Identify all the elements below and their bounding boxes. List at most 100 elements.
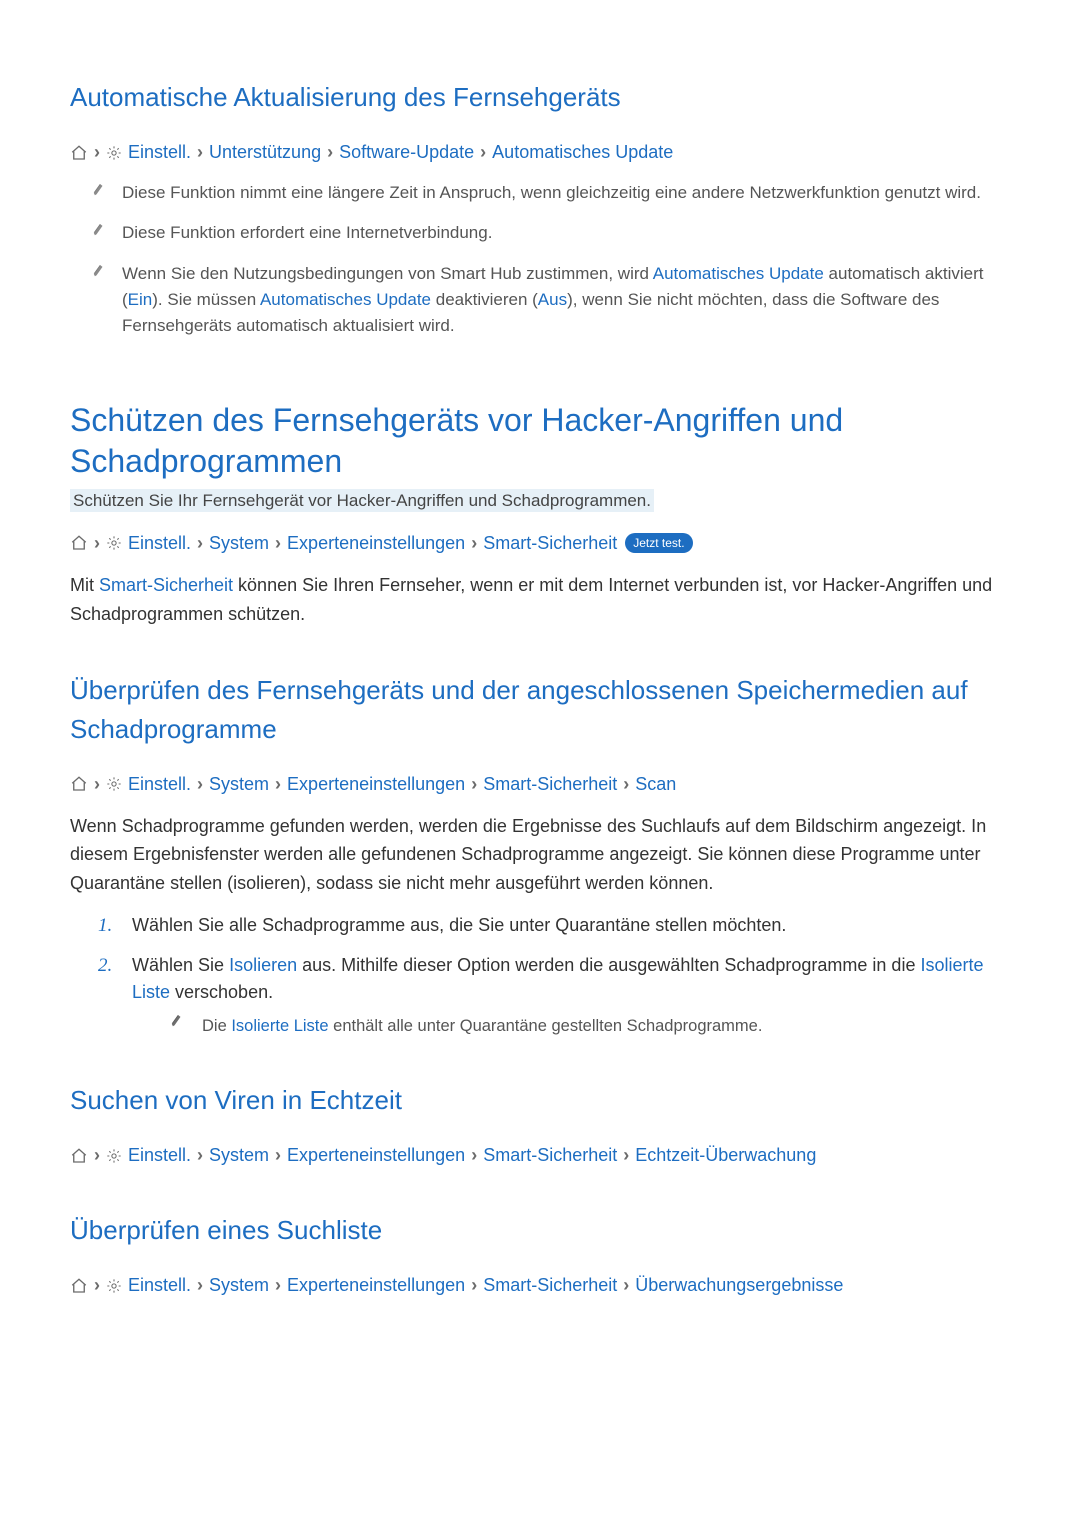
chevron-right-icon: › [471, 1142, 477, 1169]
chevron-right-icon: › [94, 771, 100, 798]
chevron-right-icon: › [197, 1142, 203, 1169]
chevron-right-icon: › [623, 1142, 629, 1169]
paragraph: Wenn Schadprogramme gefunden werden, wer… [70, 812, 1010, 898]
chevron-right-icon: › [275, 1272, 281, 1299]
breadcrumb: › Einstell. › System › Experteneinstellu… [70, 530, 1010, 557]
step-number: 1. [98, 912, 114, 941]
text-fragment: Mit [70, 575, 99, 595]
inline-link[interactable]: Smart-Sicherheit [99, 575, 233, 595]
home-icon [70, 775, 88, 793]
note-text: Diese Funktion erfordert eine Internetve… [122, 220, 1010, 246]
breadcrumb-link[interactable]: Experteneinstellungen [287, 1272, 465, 1299]
text-fragment: enthält alle unter Quarantäne gestellten… [329, 1017, 763, 1035]
breadcrumb-link[interactable]: Einstell. [128, 1142, 191, 1169]
gear-icon [106, 776, 122, 792]
breadcrumb-link[interactable]: Einstell. [128, 530, 191, 557]
text-fragment: aus. Mithilfe dieser Option werden die a… [297, 955, 920, 975]
breadcrumb-link[interactable]: Software-Update [339, 139, 474, 166]
breadcrumb-link[interactable]: Echtzeit-Überwachung [635, 1142, 816, 1169]
home-icon [70, 534, 88, 552]
note-item: Wenn Sie den Nutzungsbedingungen von Sma… [70, 261, 1010, 340]
chevron-right-icon: › [197, 771, 203, 798]
chevron-right-icon: › [94, 530, 100, 557]
inline-link[interactable]: Isolierte Liste [231, 1017, 328, 1035]
note-text: Diese Funktion nimmt eine längere Zeit i… [122, 180, 1010, 206]
text-fragment: Die [202, 1017, 231, 1035]
gear-icon [106, 1148, 122, 1164]
breadcrumb-link[interactable]: Scan [635, 771, 676, 798]
breadcrumb-link[interactable]: Smart-Sicherheit [483, 1272, 617, 1299]
ordered-list: 1. Wählen Sie alle Schadprogramme aus, d… [98, 912, 1010, 1039]
sub-note: Die Isolierte Liste enthält alle unter Q… [170, 1014, 1010, 1039]
chevron-right-icon: › [197, 1272, 203, 1299]
breadcrumb-link[interactable]: Einstell. [128, 771, 191, 798]
breadcrumb-link[interactable]: Unterstützung [209, 139, 321, 166]
chevron-right-icon: › [94, 1272, 100, 1299]
chevron-right-icon: › [471, 771, 477, 798]
inline-link[interactable]: Automatisches Update [260, 290, 431, 309]
gear-icon [106, 535, 122, 551]
chevron-right-icon: › [471, 530, 477, 557]
breadcrumb-link[interactable]: Experteneinstellungen [287, 530, 465, 557]
gear-icon [106, 1278, 122, 1294]
note-item: Diese Funktion nimmt eine längere Zeit i… [70, 180, 1010, 206]
breadcrumb-link[interactable]: Experteneinstellungen [287, 1142, 465, 1169]
chevron-right-icon: › [275, 771, 281, 798]
chevron-right-icon: › [275, 1142, 281, 1169]
note-text: Wenn Sie den Nutzungsbedingungen von Sma… [122, 261, 1010, 340]
home-icon [70, 1277, 88, 1295]
inline-link[interactable]: Automatisches Update [653, 264, 824, 283]
breadcrumb-link[interactable]: Experteneinstellungen [287, 771, 465, 798]
note-fragment: deaktivieren ( [431, 290, 538, 309]
list-item: 2. Wählen Sie Isolieren aus. Mithilfe di… [98, 952, 1010, 1039]
chevron-right-icon: › [471, 1272, 477, 1299]
breadcrumb-link[interactable]: System [209, 1272, 269, 1299]
subtitle-text: Schützen Sie Ihr Fernsehgerät vor Hacker… [70, 489, 654, 512]
chevron-right-icon: › [94, 139, 100, 166]
breadcrumb-link[interactable]: Smart-Sicherheit [483, 771, 617, 798]
inline-link: Ein [128, 290, 153, 309]
section-heading-results: Überprüfen eines Suchliste [70, 1211, 1010, 1250]
text-fragment: verschoben. [170, 982, 273, 1002]
section-heading-realtime: Suchen von Viren in Echtzeit [70, 1081, 1010, 1120]
breadcrumb-link[interactable]: Einstell. [128, 139, 191, 166]
chevron-right-icon: › [94, 1142, 100, 1169]
section-heading-protect: Schützen des Fernsehgeräts vor Hacker-An… [70, 400, 1010, 483]
chevron-right-icon: › [480, 139, 486, 166]
home-icon [70, 1147, 88, 1165]
inline-link[interactable]: Isolieren [229, 955, 297, 975]
inline-link: Aus [538, 290, 567, 309]
chevron-right-icon: › [275, 530, 281, 557]
step-text: Wählen Sie Isolieren aus. Mithilfe diese… [132, 952, 1010, 1039]
breadcrumb-link[interactable]: Automatisches Update [492, 139, 673, 166]
paragraph: Mit Smart-Sicherheit können Sie Ihren Fe… [70, 571, 1010, 629]
section-subtitle: Schützen Sie Ihr Fernsehgerät vor Hacker… [70, 487, 1010, 514]
pencil-icon [92, 223, 106, 246]
chevron-right-icon: › [327, 139, 333, 166]
home-icon [70, 144, 88, 162]
chevron-right-icon: › [197, 139, 203, 166]
pencil-icon [170, 1014, 184, 1039]
breadcrumb-link[interactable]: Überwachungsergebnisse [635, 1272, 843, 1299]
pencil-icon [92, 183, 106, 206]
pencil-icon [92, 264, 106, 340]
note-item: Diese Funktion erfordert eine Internetve… [70, 220, 1010, 246]
breadcrumb-link[interactable]: Smart-Sicherheit [483, 530, 617, 557]
list-item: 1. Wählen Sie alle Schadprogramme aus, d… [98, 912, 1010, 941]
breadcrumb-link[interactable]: System [209, 530, 269, 557]
breadcrumb: › Einstell. › System › Experteneinstellu… [70, 771, 1010, 798]
note-fragment: ). Sie müssen [152, 290, 260, 309]
breadcrumb: › Einstell. › Unterstützung › Software-U… [70, 139, 1010, 166]
step-number: 2. [98, 952, 114, 1039]
breadcrumb: › Einstell. › System › Experteneinstellu… [70, 1142, 1010, 1169]
note-fragment: Wenn Sie den Nutzungsbedingungen von Sma… [122, 264, 653, 283]
breadcrumb-link[interactable]: Einstell. [128, 1272, 191, 1299]
gear-icon [106, 145, 122, 161]
breadcrumb-link[interactable]: System [209, 1142, 269, 1169]
breadcrumb-link[interactable]: System [209, 771, 269, 798]
try-now-badge[interactable]: Jetzt test. [625, 533, 692, 553]
breadcrumb-link[interactable]: Smart-Sicherheit [483, 1142, 617, 1169]
text-fragment: Wählen Sie [132, 955, 229, 975]
chevron-right-icon: › [623, 771, 629, 798]
chevron-right-icon: › [623, 1272, 629, 1299]
